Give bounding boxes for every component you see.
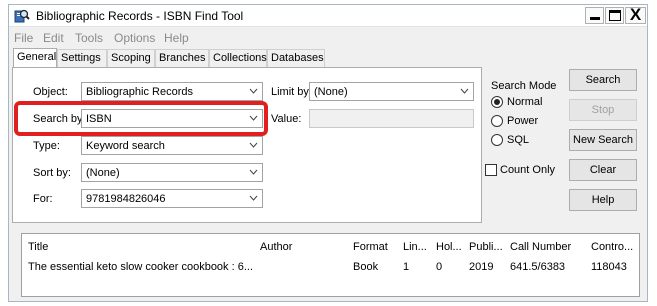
chevron-down-icon bbox=[249, 142, 258, 148]
cell-holdings[interactable]: 0 bbox=[436, 261, 442, 273]
radio-power-label: Power bbox=[507, 115, 539, 127]
search-by-value: ISBN bbox=[86, 113, 112, 125]
stop-button[interactable]: Stop bbox=[569, 99, 637, 121]
chevron-down-icon bbox=[249, 115, 258, 121]
column-header-author[interactable]: Author bbox=[260, 241, 292, 253]
menu-file[interactable]: File bbox=[14, 31, 33, 45]
limit-label: Limit by: bbox=[271, 86, 312, 98]
tab-general[interactable]: General bbox=[13, 48, 57, 68]
radio-normal-label: Normal bbox=[507, 96, 543, 108]
chevron-down-icon bbox=[460, 88, 469, 94]
object-select[interactable]: Bibliographic Records bbox=[81, 82, 263, 101]
cell-title[interactable]: The essential keto slow cooker cookbook … bbox=[28, 261, 253, 273]
column-header-publication[interactable]: Publi... bbox=[469, 241, 503, 253]
menu-bar: File Edit Tools Options Help bbox=[9, 28, 647, 48]
column-header-title[interactable]: Title bbox=[28, 241, 48, 253]
cell-format[interactable]: Book bbox=[353, 261, 378, 273]
search-book-icon bbox=[14, 9, 30, 23]
maximize-icon bbox=[609, 10, 621, 21]
for-value: 9781984826046 bbox=[86, 193, 166, 205]
value-label: Value: bbox=[271, 113, 302, 125]
value-field[interactable] bbox=[309, 109, 474, 128]
menu-help[interactable]: Help bbox=[164, 31, 189, 45]
object-label: Object: bbox=[33, 86, 68, 98]
column-header-call-number[interactable]: Call Number bbox=[510, 241, 571, 253]
close-button[interactable]: X bbox=[625, 5, 646, 24]
chevron-down-icon bbox=[249, 169, 258, 175]
menu-options[interactable]: Options bbox=[114, 31, 155, 45]
search-button[interactable]: Search bbox=[569, 69, 637, 91]
tab-collections[interactable]: Collections bbox=[209, 49, 267, 67]
type-label: Type: bbox=[33, 140, 60, 152]
for-label: For: bbox=[33, 193, 53, 205]
chevron-down-icon bbox=[249, 88, 258, 94]
tab-branches[interactable]: Branches bbox=[155, 49, 209, 67]
sort-value: (None) bbox=[86, 167, 120, 179]
column-header-format[interactable]: Format bbox=[353, 241, 388, 253]
cell-call-number[interactable]: 641.5/6383 bbox=[510, 261, 565, 273]
sort-select[interactable]: (None) bbox=[81, 163, 263, 182]
cell-lines[interactable]: 1 bbox=[403, 261, 409, 273]
column-header-holdings[interactable]: Hol... bbox=[436, 241, 462, 253]
limit-select[interactable]: (None) bbox=[309, 82, 474, 101]
type-select[interactable]: Keyword search bbox=[81, 136, 263, 155]
type-value: Keyword search bbox=[86, 140, 165, 152]
object-value: Bibliographic Records bbox=[86, 86, 193, 98]
tab-settings[interactable]: Settings bbox=[57, 49, 107, 67]
close-icon: X bbox=[629, 5, 642, 24]
radio-sql[interactable] bbox=[491, 134, 503, 146]
menu-tools[interactable]: Tools bbox=[75, 31, 103, 45]
chevron-down-icon bbox=[249, 195, 258, 201]
cell-control[interactable]: 118043 bbox=[591, 261, 627, 273]
radio-sql-label: SQL bbox=[507, 134, 530, 146]
new-search-button[interactable]: New Search bbox=[569, 129, 637, 151]
count-only-label: Count Only bbox=[500, 164, 556, 176]
radio-power[interactable] bbox=[491, 115, 503, 127]
column-header-lines[interactable]: Lin... bbox=[403, 241, 427, 253]
count-only-checkbox[interactable] bbox=[485, 164, 497, 176]
clear-button[interactable]: Clear bbox=[569, 159, 637, 181]
search-by-label: Search by: bbox=[33, 113, 86, 125]
limit-value: (None) bbox=[314, 86, 348, 98]
for-combo[interactable]: 9781984826046 bbox=[81, 189, 263, 208]
tab-databases[interactable]: Databases bbox=[267, 49, 325, 67]
sort-label: Sort by: bbox=[33, 167, 71, 179]
minimize-icon bbox=[590, 17, 600, 20]
title-bar: Bibliographic Records - ISBN Find Tool X bbox=[9, 5, 647, 27]
help-button[interactable]: Help bbox=[569, 189, 637, 211]
window-title: Bibliographic Records - ISBN Find Tool bbox=[36, 9, 244, 23]
menu-edit[interactable]: Edit bbox=[43, 31, 64, 45]
results-list[interactable]: Title Author Format Lin... Hol... Publi.… bbox=[21, 233, 640, 297]
cell-publication[interactable]: 2019 bbox=[469, 261, 493, 273]
tab-scoping[interactable]: Scoping bbox=[107, 49, 155, 67]
radio-normal[interactable] bbox=[491, 96, 503, 108]
minimize-button[interactable] bbox=[585, 7, 604, 24]
search-mode-title: Search Mode bbox=[491, 80, 557, 92]
column-header-control[interactable]: Contro... bbox=[591, 241, 633, 253]
search-by-select[interactable]: ISBN bbox=[81, 109, 263, 128]
maximize-button[interactable] bbox=[605, 7, 624, 24]
